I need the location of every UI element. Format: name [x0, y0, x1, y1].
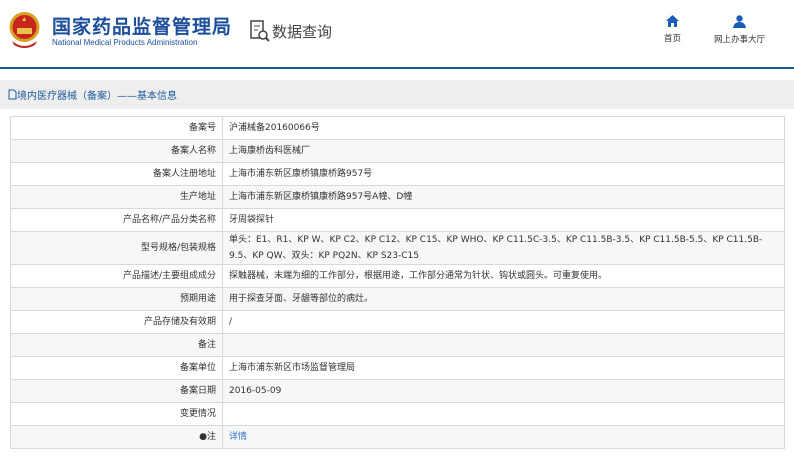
field-value: 探触器械，末端为细的工作部分，根据用途，工作部分通常为针状、钩状或圆头。可重复使…	[222, 264, 785, 288]
table-row: 备案日期 2016-05-09	[10, 379, 785, 403]
field-label: 预期用途	[10, 287, 223, 311]
nav-home-label: 首页	[664, 34, 682, 44]
table-row: 备注	[10, 333, 785, 357]
home-icon	[666, 15, 679, 27]
nav-online-hall-label: 网上办事大厅	[714, 35, 766, 45]
breadcrumb: 境内医疗器械（备案）——基本信息	[0, 80, 794, 109]
document-search-icon	[250, 20, 270, 42]
field-value	[222, 402, 785, 426]
field-value: 上海市浦东新区康桥镇康桥路957号A幢、D幢	[222, 185, 785, 209]
field-label: 备案人注册地址	[10, 162, 223, 186]
table-row: 产品描述/主要组成成分 探触器械，末端为细的工作部分，根据用途，工作部分通常为针状…	[10, 264, 785, 288]
field-label: 备案日期	[10, 379, 223, 403]
table-row: 产品名称/产品分类名称 牙周袋探针	[10, 208, 785, 232]
agency-name-en: National Medical Products Administration	[52, 38, 198, 47]
field-value: 上海市浦东新区市场监督管理局	[222, 356, 785, 380]
field-value: 单头：E1、R1、KP W、KP C2、KP C12、KP C15、KP WHO…	[222, 231, 785, 265]
field-value: 详情	[222, 425, 785, 449]
details-link[interactable]: 详情	[229, 432, 247, 442]
table-row: 预期用途 用于探查牙面、牙龈等部位的病灶。	[10, 287, 785, 311]
field-value: 上海市浦东新区康桥镇康桥路957号	[222, 162, 785, 186]
table-row: ●注 详情	[10, 425, 785, 449]
field-label: 备案号	[10, 116, 223, 140]
nav-home[interactable]: 首页	[664, 15, 681, 44]
data-query-title: 数据查询	[250, 20, 332, 42]
field-value: 用于探查牙面、牙龈等部位的病灶。	[222, 287, 785, 311]
field-value: 牙周袋探针	[222, 208, 785, 232]
table-row: 备案号 沪浦械备20160066号	[10, 116, 785, 140]
nav-online-hall[interactable]: 网上办事大厅	[714, 15, 765, 45]
section-title: 数据查询	[272, 22, 333, 41]
table-row: 产品存储及有效期 /	[10, 310, 785, 334]
table-row: 备案单位 上海市浦东新区市场监督管理局	[10, 356, 785, 380]
table-row: 型号规格/包装规格 单头：E1、R1、KP W、KP C2、KP C12、KP C…	[10, 231, 785, 265]
field-label: ●注	[10, 425, 223, 449]
table-row: 生产地址 上海市浦东新区康桥镇康桥路957号A幢、D幢	[10, 185, 785, 209]
field-value: /	[222, 310, 785, 334]
field-label: 生产地址	[10, 185, 223, 209]
field-label: 备案单位	[10, 356, 223, 380]
field-label: 备注	[10, 333, 223, 357]
table-row: 备案人注册地址 上海市浦东新区康桥镇康桥路957号	[10, 162, 785, 186]
field-value: 2016-05-09	[222, 379, 785, 403]
site-header: 国家药品监督管理局 National Medical Products Admi…	[0, 0, 794, 69]
field-value: 沪浦械备20160066号	[222, 116, 785, 140]
field-value: 上海康桥齿科医械厂	[222, 139, 785, 163]
breadcrumb-text: 境内医疗器械（备案）——基本信息	[17, 91, 177, 102]
field-label: 备案人名称	[10, 139, 223, 163]
field-value	[222, 333, 785, 357]
agency-name: 国家药品监督管理局	[52, 16, 233, 38]
field-label: 变更情况	[10, 402, 223, 426]
field-label: 型号规格/包装规格	[10, 231, 223, 265]
field-label: 产品存储及有效期	[10, 310, 223, 334]
field-label: 产品名称/产品分类名称	[10, 208, 223, 232]
national-emblem-icon	[9, 12, 40, 48]
document-icon	[8, 89, 17, 100]
field-label: 产品描述/主要组成成分	[10, 264, 223, 288]
user-icon	[733, 15, 746, 28]
table-row: 变更情况	[10, 402, 785, 426]
table-row: 备案人名称 上海康桥齿科医械厂	[10, 139, 785, 163]
record-detail-table: 备案号 沪浦械备20160066号 备案人名称 上海康桥齿科医械厂 备案人注册地址 上海市…	[10, 116, 785, 449]
